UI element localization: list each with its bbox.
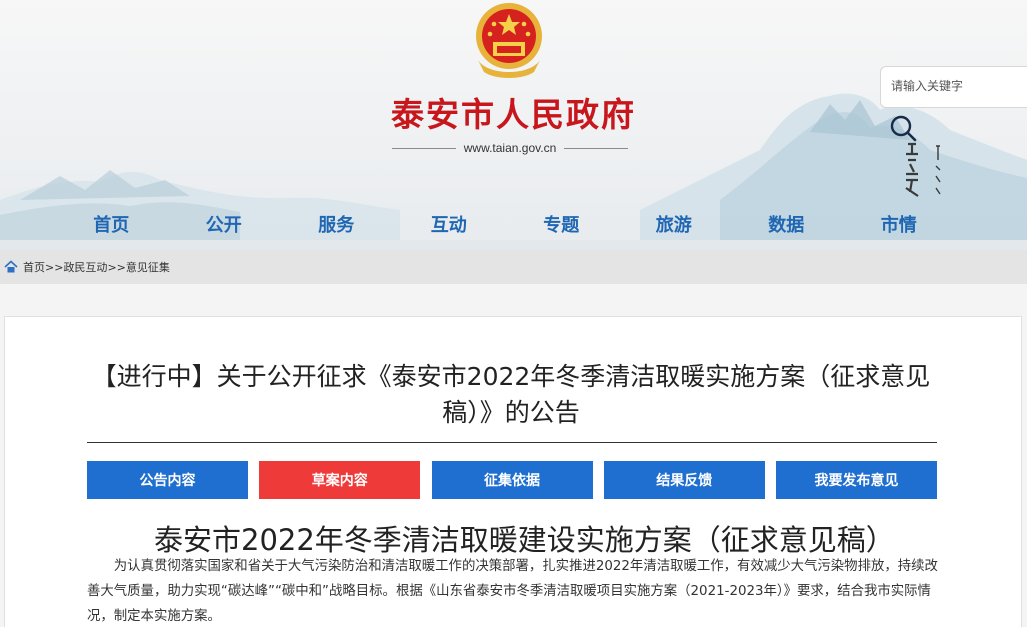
breadcrumb-separator: >>	[45, 260, 64, 274]
tab-submit-opinion[interactable]: 我要发布意见	[776, 461, 937, 499]
nav-item-open[interactable]: 公开	[168, 212, 281, 240]
tab-result-feedback[interactable]: 结果反馈	[603, 461, 765, 499]
nav-item-topics[interactable]: 专题	[505, 212, 618, 240]
site-header: 泰安市人民政府 www.taian.gov.cn 首页 公开 服务 互动 专题 …	[0, 0, 1027, 250]
site-url-row: www.taian.gov.cn	[392, 140, 628, 156]
breadcrumb-home[interactable]: 首页	[23, 259, 45, 275]
nav-item-data[interactable]: 数据	[730, 212, 843, 240]
tab-draft-content[interactable]: 草案内容	[259, 461, 421, 499]
tab-solicitation-basis[interactable]: 征集依据	[431, 461, 593, 499]
document-body: 为认真贯彻落实国家和省关于大气污染防治和清洁取暖工作的决策部署，扎实推进2022…	[87, 554, 942, 627]
main-nav: 首页 公开 服务 互动 专题 旅游 数据 市情	[55, 212, 955, 240]
site-url: www.taian.gov.cn	[463, 141, 557, 155]
tab-announcement-content[interactable]: 公告内容	[87, 461, 248, 499]
title-divider	[87, 442, 937, 443]
site-title: 泰安市人民政府	[391, 95, 636, 134]
national-emblem-logo	[476, 3, 542, 78]
breadcrumb: 首页 >> 政民互动 >> 意见征集	[0, 250, 1027, 284]
search-box	[880, 66, 1027, 108]
search-input[interactable]	[891, 79, 1021, 93]
nav-item-tourism[interactable]: 旅游	[618, 212, 731, 240]
divider	[564, 147, 628, 149]
breadcrumb-interaction[interactable]: 政民互动	[63, 259, 107, 275]
nav-item-interaction[interactable]: 互动	[393, 212, 506, 240]
home-icon	[4, 260, 18, 273]
document-paragraph: 为认真贯彻落实国家和省关于大气污染防治和清洁取暖工作的决策部署，扎实推进2022…	[87, 559, 938, 624]
calligraphy-inscription-image	[905, 142, 941, 197]
nav-item-home[interactable]: 首页	[55, 212, 168, 240]
divider	[392, 147, 456, 149]
breadcrumb-current: 意见征集	[125, 261, 170, 274]
breadcrumb-separator: >>	[107, 260, 126, 274]
notice-title: 【进行中】关于公开征求《泰安市2022年冬季清洁取暖实施方案（征求意见稿）》的公…	[91, 362, 931, 427]
nav-item-services[interactable]: 服务	[280, 212, 393, 240]
notice-tabs: 公告内容 草案内容 征集依据 结果反馈 我要发布意见	[87, 461, 937, 499]
nav-item-city-info[interactable]: 市情	[843, 212, 956, 240]
